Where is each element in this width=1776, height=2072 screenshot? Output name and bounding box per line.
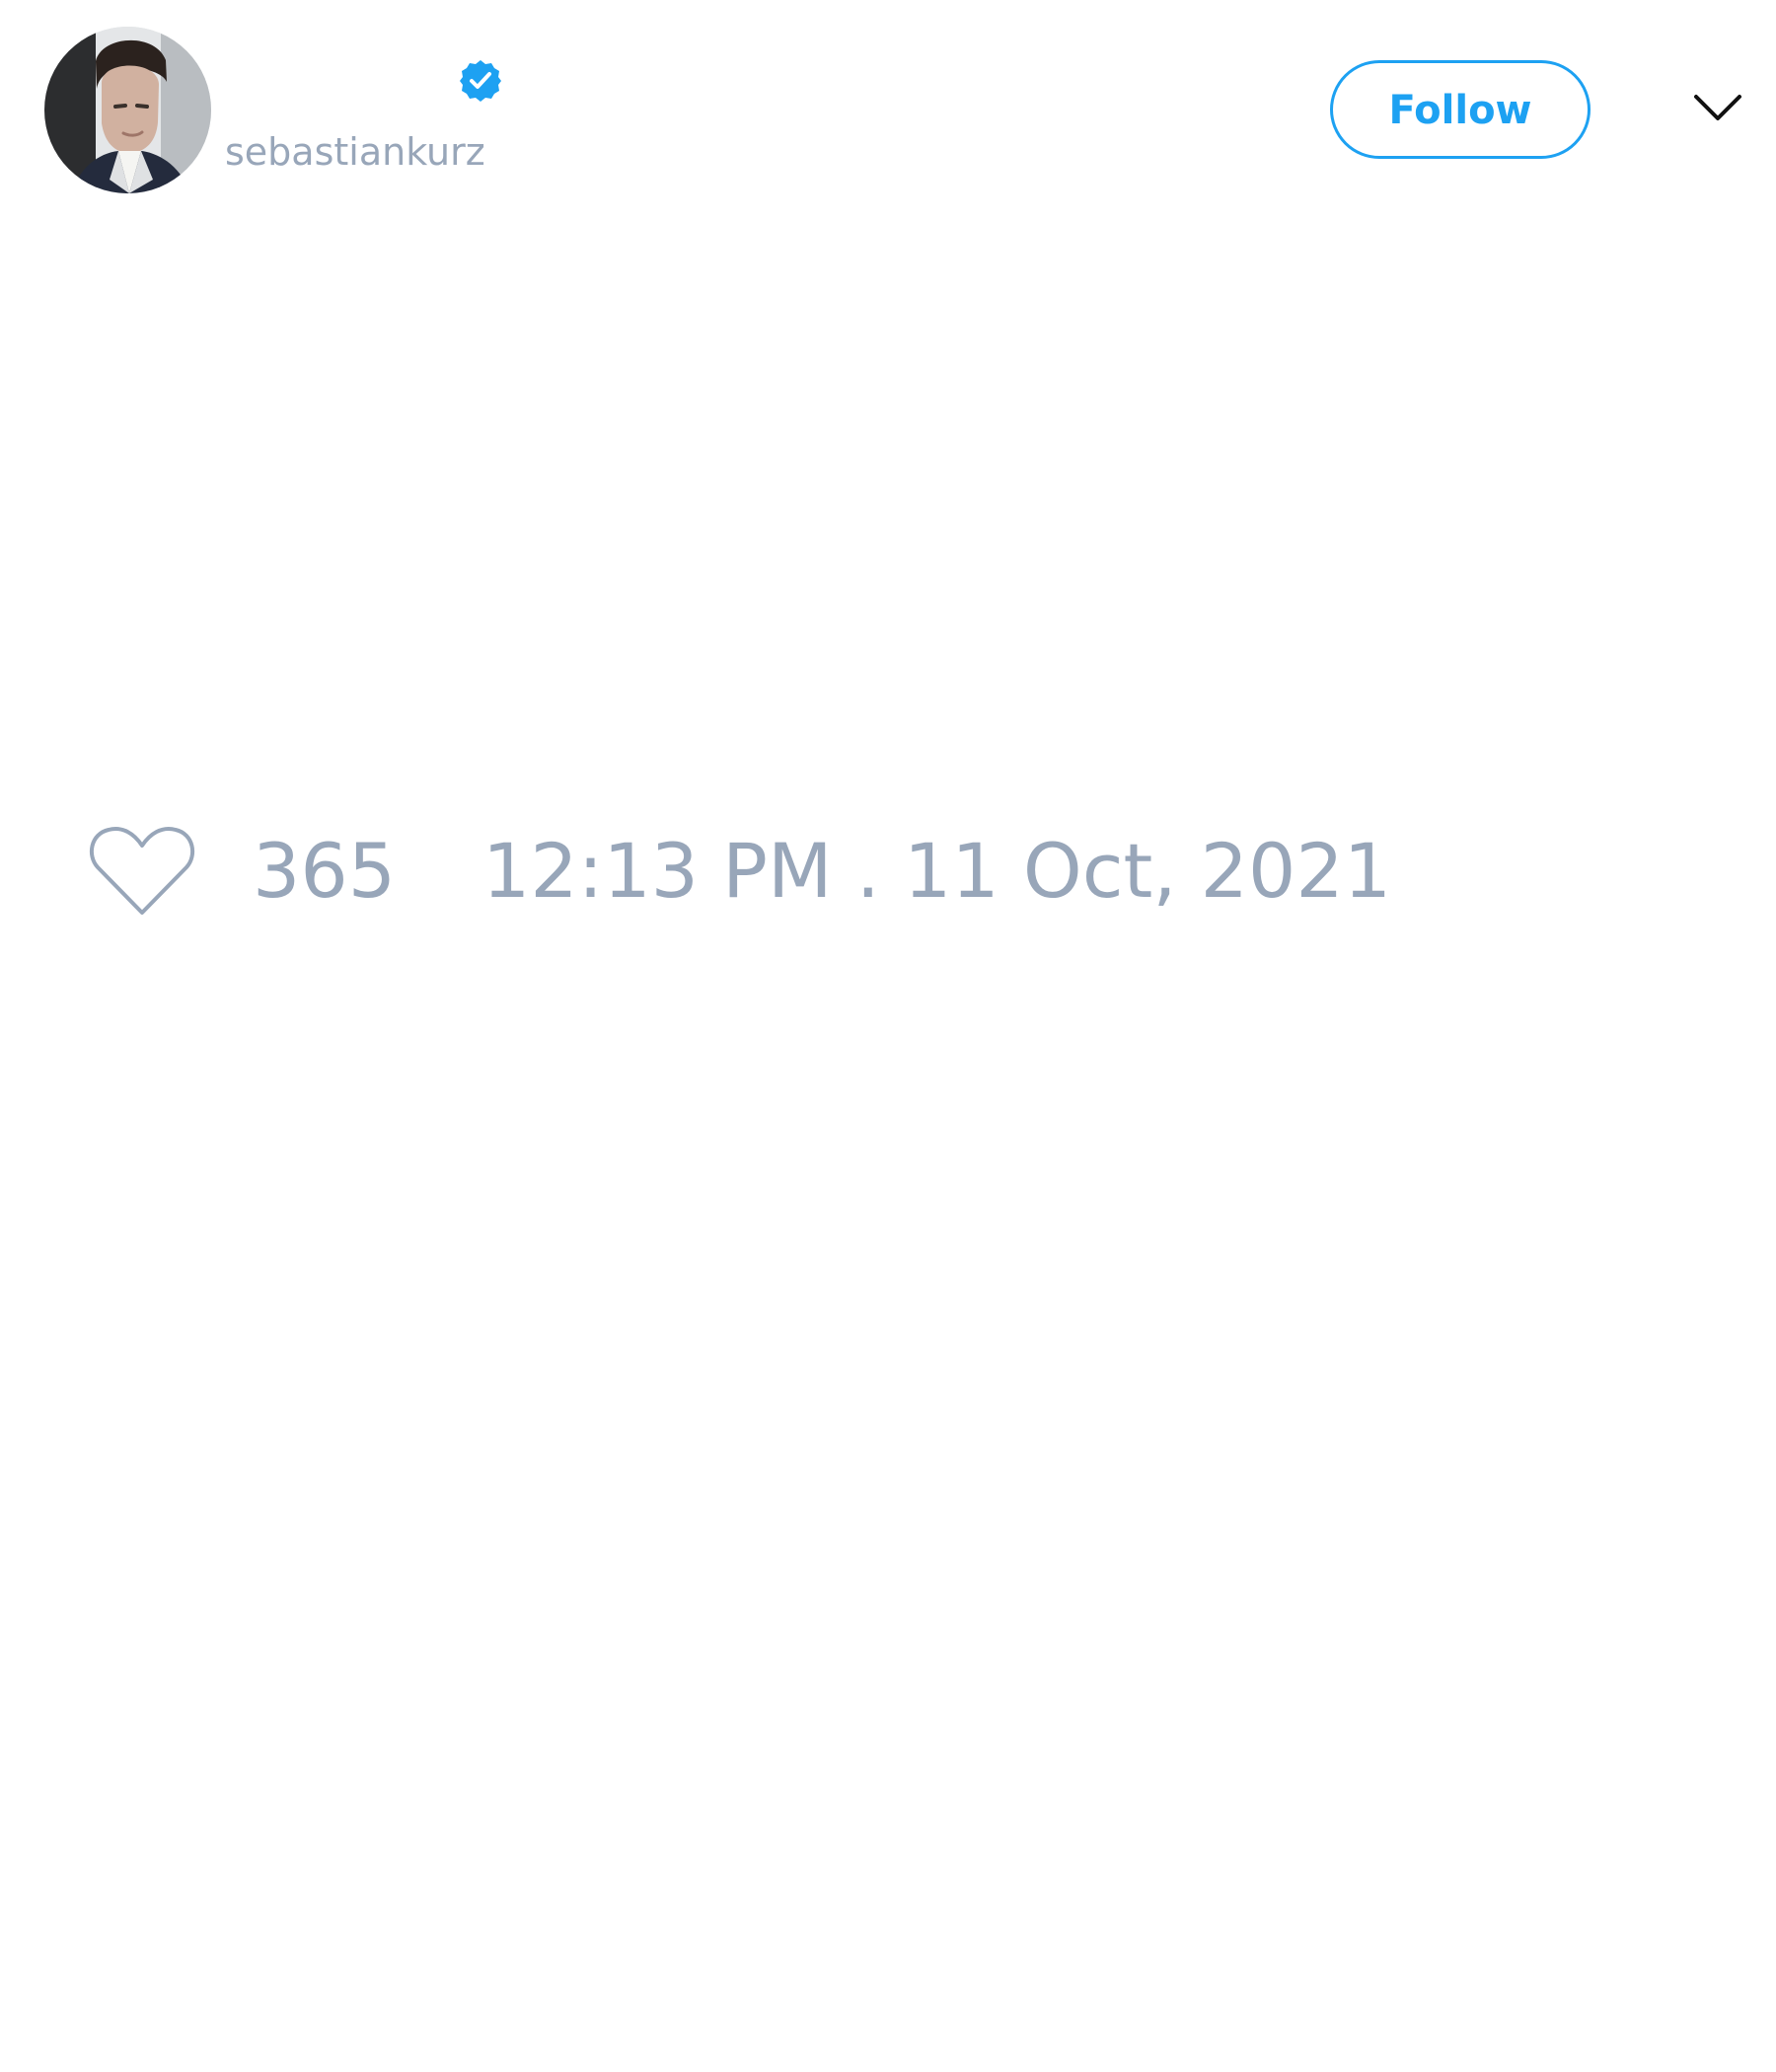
follow-button[interactable]: Follow [1330, 60, 1591, 159]
profile-photo-avatar-icon [44, 27, 211, 193]
tweet-footer: 365 12:13 PM . 11 Oct, 2021 [88, 821, 1568, 929]
display-name[interactable] [225, 51, 452, 114]
tweet-card: sebastiankurz Follow 365 12:13 PM . 11 O… [0, 0, 1776, 2072]
chevron-down-icon[interactable] [1693, 92, 1742, 125]
tweet-text [91, 237, 1679, 750]
heart-outline-icon[interactable] [88, 821, 196, 920]
like-count: 365 [253, 827, 397, 915]
avatar[interactable] [44, 27, 211, 193]
author-handle[interactable]: sebastiankurz [225, 124, 485, 180]
verified-badge-icon [458, 58, 503, 104]
tweet-timestamp[interactable]: 12:13 PM . 11 Oct, 2021 [482, 825, 1391, 918]
